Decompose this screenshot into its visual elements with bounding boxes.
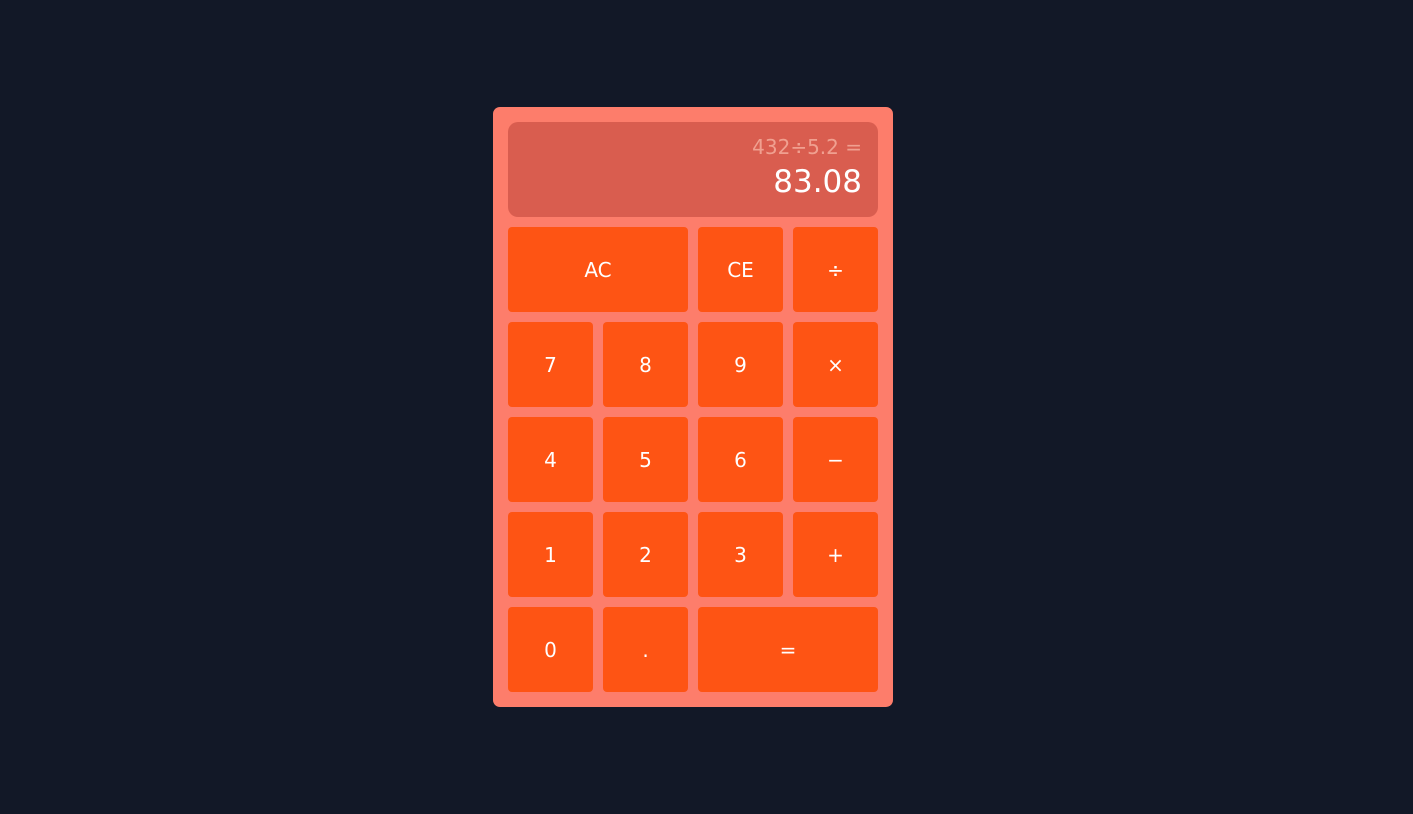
digit-0-button[interactable]: 0 <box>508 607 593 692</box>
add-button[interactable]: + <box>793 512 878 597</box>
calculator-display: 432÷5.2 = 83.08 <box>508 122 878 217</box>
digit-4-button[interactable]: 4 <box>508 417 593 502</box>
digit-2-button[interactable]: 2 <box>603 512 688 597</box>
equals-button[interactable]: = <box>698 607 878 692</box>
digit-3-button[interactable]: 3 <box>698 512 783 597</box>
all-clear-button[interactable]: AC <box>508 227 688 312</box>
calculator: 432÷5.2 = 83.08 AC CE ÷ 7 8 9 × 4 5 6 − … <box>493 107 893 707</box>
digit-9-button[interactable]: 9 <box>698 322 783 407</box>
digit-5-button[interactable]: 5 <box>603 417 688 502</box>
subtract-button[interactable]: − <box>793 417 878 502</box>
keypad: AC CE ÷ 7 8 9 × 4 5 6 − 1 2 3 + 0 . = <box>508 227 878 692</box>
digit-8-button[interactable]: 8 <box>603 322 688 407</box>
digit-6-button[interactable]: 6 <box>698 417 783 502</box>
decimal-point-button[interactable]: . <box>603 607 688 692</box>
digit-7-button[interactable]: 7 <box>508 322 593 407</box>
digit-1-button[interactable]: 1 <box>508 512 593 597</box>
expression-readout: 432÷5.2 = <box>752 135 862 159</box>
result-readout: 83.08 <box>773 164 862 200</box>
clear-entry-button[interactable]: CE <box>698 227 783 312</box>
multiply-button[interactable]: × <box>793 322 878 407</box>
divide-button[interactable]: ÷ <box>793 227 878 312</box>
